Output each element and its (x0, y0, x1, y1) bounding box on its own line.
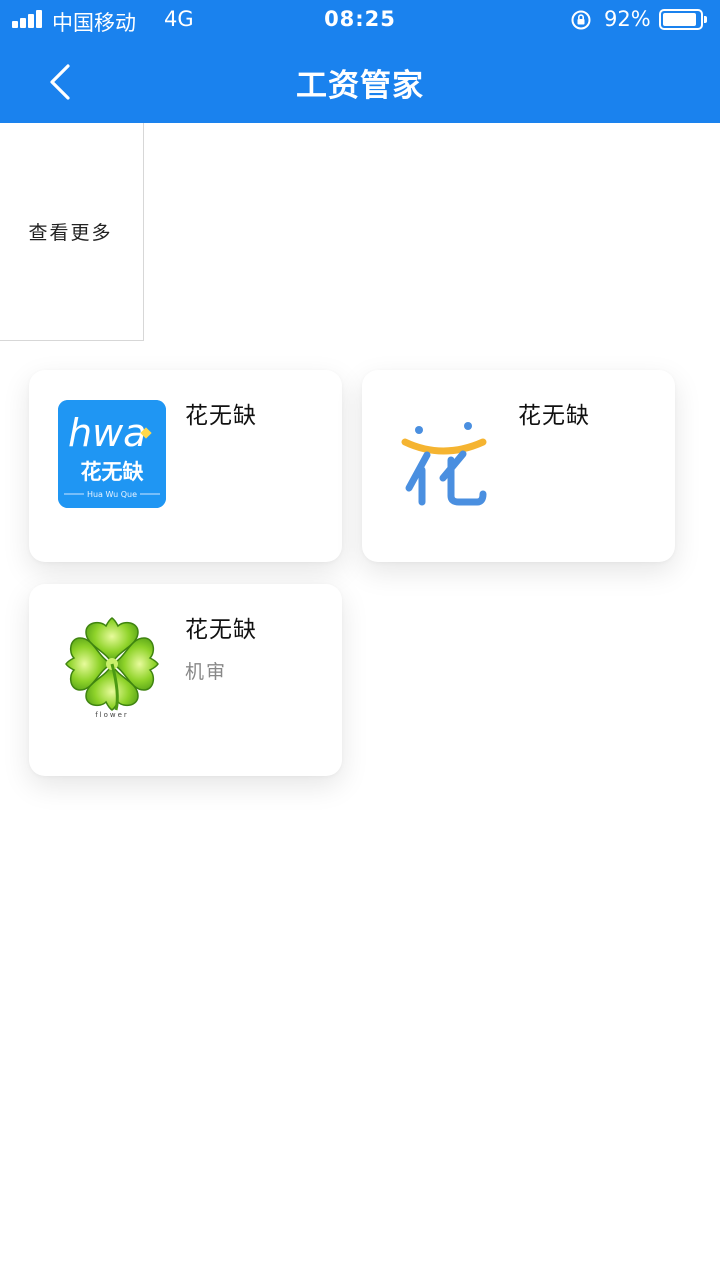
card-title: 花无缺 (185, 403, 257, 429)
logo-word: hwa (68, 411, 146, 455)
logo-text: 花无缺 (81, 460, 145, 484)
app-header: 中国移动 4G 08:25 92% 工资管家 (0, 0, 720, 123)
product-card[interactable]: flower 花无缺 机审 (29, 584, 342, 776)
battery-percentage: 92% (604, 7, 651, 31)
four-leaf-clover-icon: flower (58, 614, 166, 722)
product-card[interactable]: 花无缺 (362, 370, 675, 562)
product-card[interactable]: hwa 花无缺 Hua Wu Que 花无缺 (29, 370, 342, 562)
view-more-label: 查看更多 (28, 222, 113, 244)
battery-icon (659, 9, 707, 30)
card-title: 花无缺 (518, 403, 590, 429)
page-title: 工资管家 (296, 68, 424, 104)
battery-fill (663, 13, 696, 26)
card-title: 花无缺 (185, 617, 257, 643)
logo-caption: Hua Wu Que (87, 490, 137, 499)
logo-caption: flower (95, 711, 129, 719)
status-bar: 中国移动 4G 08:25 92% (0, 0, 720, 40)
rotation-lock-icon (571, 10, 591, 30)
view-more-button[interactable]: 查看更多 (0, 123, 144, 341)
hwq-logo-icon: hwa 花无缺 Hua Wu Que (58, 400, 166, 508)
card-subtitle: 机审 (185, 661, 228, 683)
hua-character-logo-icon (391, 400, 499, 508)
